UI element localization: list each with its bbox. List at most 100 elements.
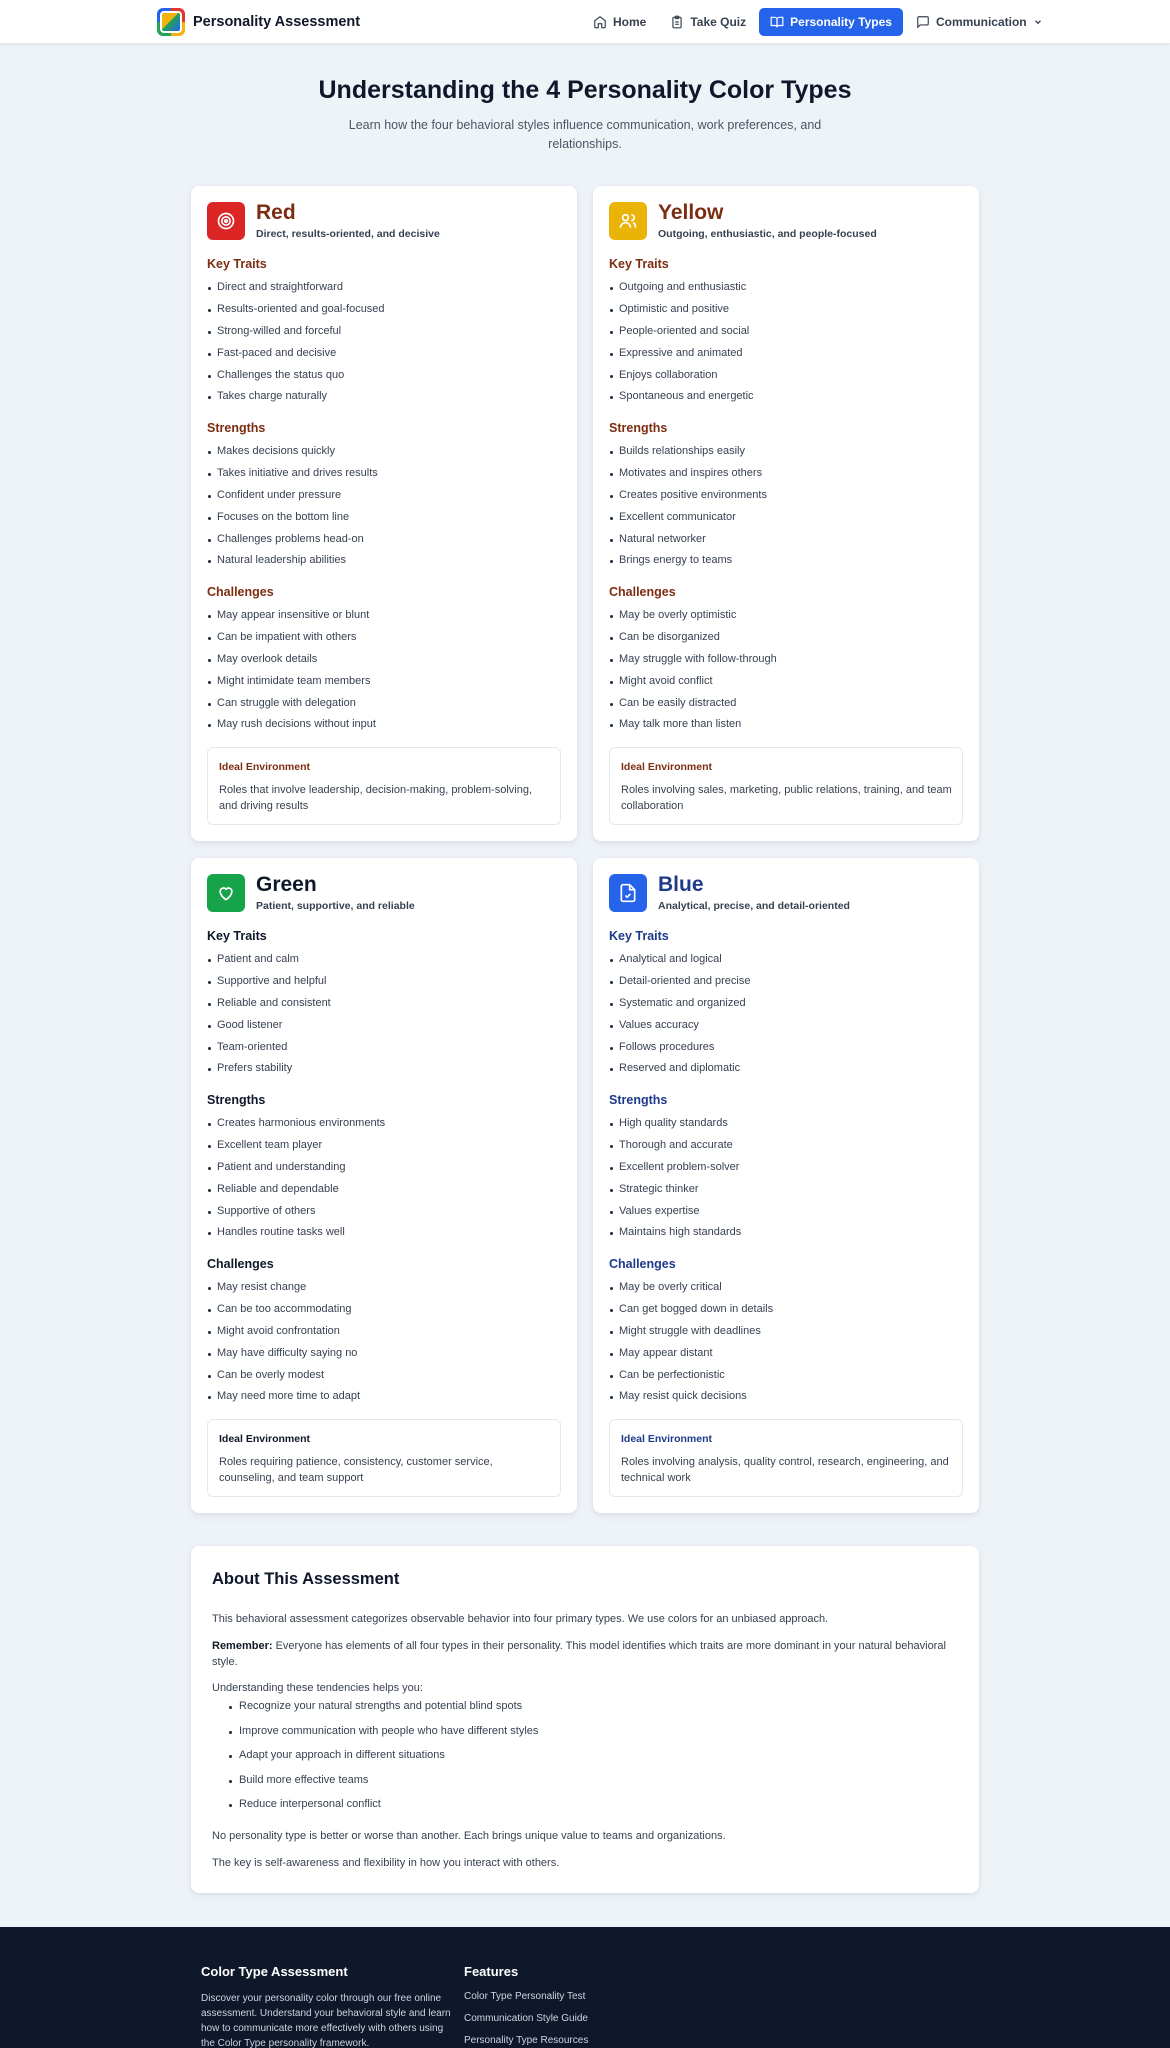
nav-personality-types-label: Personality Types: [790, 15, 892, 29]
list-item: May overlook details: [207, 653, 376, 675]
list-item: Handles routine tasks well: [207, 1226, 385, 1248]
section-title-challenges: Challenges: [207, 1257, 274, 1271]
type-tagline: Outgoing, enthusiastic, and people-focus…: [658, 228, 877, 240]
list-item: Confident under pressure: [207, 489, 378, 511]
list-item: Prefers stability: [207, 1062, 331, 1084]
list-item: Good listener: [207, 1019, 331, 1041]
list-item: May need more time to adapt: [207, 1390, 360, 1412]
list-item: Team-oriented: [207, 1041, 331, 1063]
brand-name: Personality Assessment: [193, 14, 361, 30]
challenges-list: May be overly optimistic Can be disorgani…: [609, 609, 777, 740]
list-item: Can struggle with delegation: [207, 697, 376, 719]
brand[interactable]: Personality Assessment: [157, 8, 360, 36]
nav-home-label: Home: [613, 15, 647, 29]
footer-description: Discover your personality color through …: [201, 1993, 451, 2048]
list-item: Values expertise: [609, 1205, 741, 1227]
page-title: Understanding the 4 Personality Color Ty…: [318, 76, 852, 104]
list-item: Analytical and logical: [609, 953, 750, 975]
ideal-environment-title: Ideal Environment: [219, 761, 311, 773]
list-item: Spontaneous and energetic: [609, 390, 754, 412]
list-item: Results-oriented and goal-focused: [207, 303, 385, 325]
ideal-environment-text: Roles requiring patience, consistency, c…: [219, 1456, 493, 1484]
list-item: Follows procedures: [609, 1041, 750, 1063]
list-item: Adapt your approach in different situati…: [229, 1749, 538, 1774]
ideal-environment-box: Ideal Environment Roles involving analysi…: [609, 1419, 963, 1497]
challenges-list: May resist change Can be too accommodatin…: [207, 1281, 360, 1412]
section-title-traits: Key Traits: [609, 929, 669, 943]
list-item: May rush decisions without input: [207, 718, 376, 740]
traits-list: Outgoing and enthusiastic Optimistic and …: [609, 281, 754, 412]
list-item: Thorough and accurate: [609, 1139, 741, 1161]
list-item: Challenges the status quo: [207, 369, 385, 391]
heart-icon: [207, 874, 245, 912]
list-item: May have difficulty saying no: [207, 1347, 360, 1369]
type-card-blue: Blue Analytical, precise, and detail-orie…: [593, 858, 979, 1513]
ideal-environment-box: Ideal Environment Roles requiring patienc…: [207, 1419, 561, 1497]
footer-title: Color Type Assessment: [201, 1964, 348, 1979]
list-item: May be overly optimistic: [609, 609, 777, 631]
list-item: May talk more than listen: [609, 718, 777, 740]
list-item: Takes charge naturally: [207, 390, 385, 412]
nav-personality-types[interactable]: Personality Types: [759, 8, 903, 36]
list-item: Creates positive environments: [609, 489, 767, 511]
list-item: Excellent problem-solver: [609, 1161, 741, 1183]
list-item: Reliable and consistent: [207, 997, 331, 1019]
ideal-environment-title: Ideal Environment: [621, 761, 713, 773]
benefits-list: Recognize your natural strengths and pot…: [229, 1700, 538, 1823]
footer-link[interactable]: Color Type Personality Test: [464, 1991, 588, 2013]
list-item: Creates harmonious environments: [207, 1117, 385, 1139]
remember-label: Remember:: [212, 1640, 273, 1652]
challenges-list: May be overly critical Can get bogged dow…: [609, 1281, 773, 1412]
list-item: Recognize your natural strengths and pot…: [229, 1700, 538, 1725]
section-title-traits: Key Traits: [609, 257, 669, 271]
list-item: Supportive of others: [207, 1205, 385, 1227]
page-subtitle: Learn how the four behavioral styles inf…: [348, 118, 822, 151]
file-check-icon: [609, 874, 647, 912]
about-section: About This Assessment This behavioral as…: [191, 1546, 979, 1893]
list-item: Reliable and dependable: [207, 1183, 385, 1205]
list-item: Patient and understanding: [207, 1161, 385, 1183]
nav-take-quiz[interactable]: Take Quiz: [659, 8, 757, 36]
strengths-list: High quality standards Thorough and accur…: [609, 1117, 741, 1248]
type-name: Blue: [658, 873, 704, 896]
footer-features-list: Color Type Personality Test Communicatio…: [464, 1991, 588, 2048]
nav-home[interactable]: Home: [582, 8, 657, 36]
list-item: Makes decisions quickly: [207, 445, 378, 467]
type-card-red: Red Direct, results-oriented, and decisiv…: [191, 186, 577, 841]
list-item: Can be impatient with others: [207, 631, 376, 653]
nav-communication-label: Communication: [935, 15, 1027, 29]
about-intro: Understanding these tendencies helps you…: [212, 1682, 423, 1694]
list-item: Detail-oriented and precise: [609, 975, 750, 997]
book-open-icon: [770, 16, 784, 28]
ideal-environment-box: Ideal Environment Roles involving sales, …: [609, 747, 963, 825]
about-key-note: The key is self-awareness and flexibilit…: [212, 1857, 560, 1869]
list-item: Takes initiative and drives results: [207, 467, 378, 489]
section-title-challenges: Challenges: [609, 1257, 676, 1271]
list-item: Reserved and diplomatic: [609, 1062, 750, 1084]
list-item: Build more effective teams: [229, 1774, 538, 1799]
list-item: Optimistic and positive: [609, 303, 754, 325]
list-item: High quality standards: [609, 1117, 741, 1139]
section-title-strengths: Strengths: [609, 421, 668, 435]
about-remember: Remember: Everyone has elements of all f…: [212, 1638, 958, 1670]
list-item: Focuses on the bottom line: [207, 511, 378, 533]
list-item: May appear insensitive or blunt: [207, 609, 376, 631]
footer-link[interactable]: Personality Type Resources: [464, 2035, 588, 2048]
list-item: Natural networker: [609, 533, 767, 555]
footer-link[interactable]: Communication Style Guide: [464, 2013, 588, 2035]
list-item: Maintains high standards: [609, 1226, 741, 1248]
list-item: Expressive and animated: [609, 347, 754, 369]
list-item: Motivates and inspires others: [609, 467, 767, 489]
section-title-challenges: Challenges: [207, 585, 274, 599]
about-title: About This Assessment: [212, 1570, 400, 1588]
list-item: Improve communication with people who ha…: [229, 1725, 538, 1750]
nav-communication[interactable]: Communication: [905, 8, 1054, 36]
type-name: Yellow: [658, 201, 724, 224]
users-icon: [609, 202, 647, 240]
list-item: Can get bogged down in details: [609, 1303, 773, 1325]
list-item: May struggle with follow-through: [609, 653, 777, 675]
clipboard-icon: [672, 15, 683, 29]
app-logo-icon: [157, 8, 185, 36]
list-item: Direct and straightforward: [207, 281, 385, 303]
list-item: Can be perfectionistic: [609, 1369, 773, 1391]
